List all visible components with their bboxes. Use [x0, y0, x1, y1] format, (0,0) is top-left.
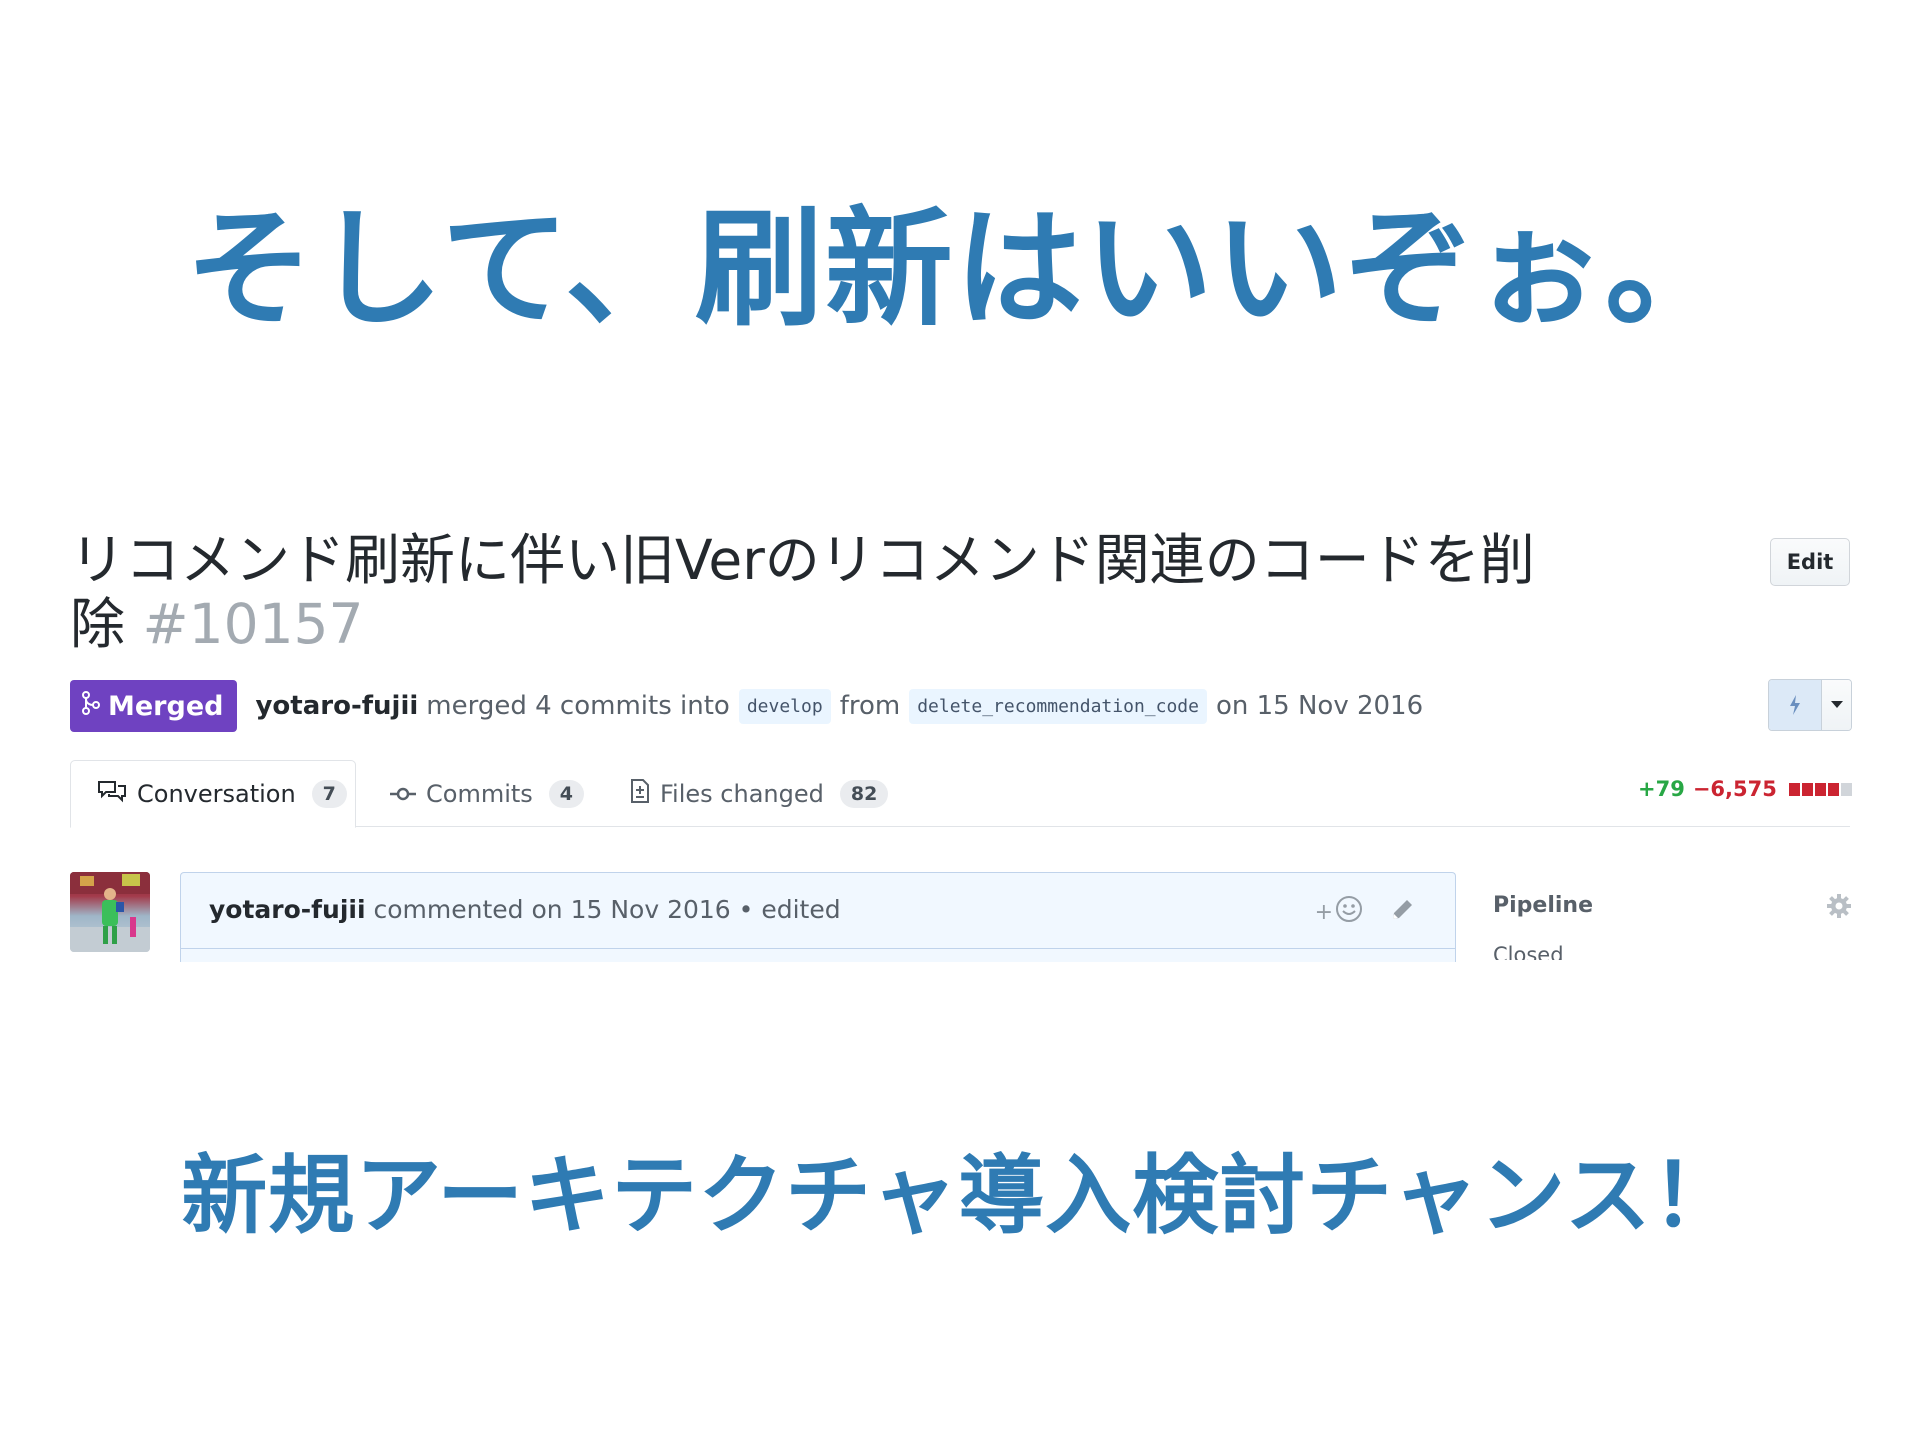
from-text: from — [839, 691, 901, 721]
merged-status-badge: Merged — [70, 680, 238, 732]
tab-files-label: Files changed — [660, 779, 824, 808]
tab-commits-count: 4 — [548, 779, 585, 808]
merge-description: yotaro-fujii merged 4 commits into devel… — [255, 688, 1424, 724]
slide-headline-top: そして、刷新はいいぞぉ。 — [185, 195, 1735, 344]
edit-button[interactable]: Edit — [1770, 538, 1850, 586]
pencil-icon[interactable] — [1389, 897, 1415, 927]
merged-text: merged 4 commits into — [426, 691, 730, 721]
bolt-icon[interactable] — [1769, 680, 1822, 730]
pr-number[interactable]: #10157 — [143, 592, 364, 656]
deletions-count: −6,575 — [1692, 777, 1777, 801]
merged-status-label: Merged — [108, 690, 224, 722]
head-branch[interactable]: delete_recommendation_code — [909, 688, 1207, 724]
diffstat: +79 −6,575 — [1638, 777, 1852, 801]
comment-meta: yotaro-fujii commented on 15 Nov 2016 • … — [209, 895, 841, 924]
file-diff-icon — [630, 778, 650, 810]
tab-files-count: 82 — [839, 779, 889, 808]
author-link[interactable]: yotaro-fujii — [255, 691, 418, 721]
additions-count: +79 — [1638, 777, 1685, 801]
diffstat-blocks — [1788, 782, 1852, 796]
sidebar-pipeline-value: Closed — [1493, 943, 1564, 960]
gear-icon[interactable] — [1826, 893, 1852, 923]
slide-headline-bottom: 新規アーキテクチャ導入検討チャンス！ — [181, 1146, 1739, 1246]
comment-meta-text: commented on 15 Nov 2016 • edited — [373, 895, 841, 924]
pr-title: リコメンド刷新に伴い旧Verのリコメンド関連のコードを削除 #10157 — [70, 528, 1570, 656]
tab-commits[interactable]: Commits 4 — [390, 760, 585, 827]
reaction-plus: + — [1314, 899, 1333, 925]
bolt-dropdown-button[interactable] — [1768, 679, 1852, 731]
tab-commits-label: Commits — [426, 779, 533, 808]
comment-header: yotaro-fujii commented on 15 Nov 2016 • … — [180, 872, 1456, 962]
merge-date: on 15 Nov 2016 — [1215, 691, 1424, 721]
tab-conversation[interactable]: Conversation 7 — [70, 760, 356, 828]
commit-icon — [390, 780, 416, 808]
sidebar-pipeline-label: Pipeline — [1493, 893, 1593, 918]
tab-files-changed[interactable]: Files changed 82 — [630, 760, 889, 827]
smiley-icon — [1335, 895, 1363, 929]
pr-meta-row: Merged yotaro-fujii merged 4 commits int… — [70, 680, 1423, 732]
comment-actions: + — [1315, 895, 1415, 929]
tab-conversation-count: 7 — [311, 780, 347, 808]
tab-conversation-label: Conversation — [137, 780, 296, 808]
avatar[interactable] — [70, 872, 150, 952]
add-reaction-button[interactable]: + — [1315, 895, 1363, 929]
base-branch[interactable]: develop — [738, 688, 831, 724]
comment-author[interactable]: yotaro-fujii — [209, 895, 366, 924]
caret-down-icon[interactable] — [1822, 680, 1851, 730]
comment-discussion-icon — [97, 779, 127, 809]
merge-icon — [82, 690, 100, 722]
